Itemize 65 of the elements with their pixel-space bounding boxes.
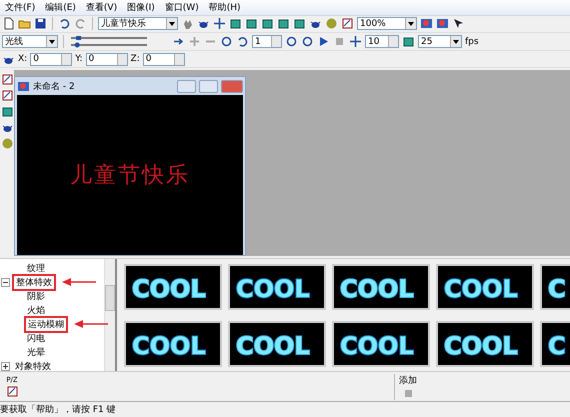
annotation-arrow — [74, 320, 108, 328]
effect-thumbnail[interactable]: COOL — [436, 264, 534, 310]
box-icon[interactable] — [229, 17, 242, 30]
coord-label: Y: — [75, 54, 83, 64]
coord-field[interactable]: 0 — [142, 52, 185, 66]
play-icon[interactable] — [317, 35, 330, 48]
effect-thumbnail[interactable]: COOL — [124, 320, 222, 367]
menu-item[interactable]: 查看(V) — [80, 0, 122, 14]
menu-item[interactable]: 文件(F) — [0, 0, 40, 14]
add-label: 添加 — [399, 374, 417, 387]
tree-item[interactable]: 阴影 — [24, 288, 48, 304]
slider[interactable] — [69, 42, 149, 48]
tree-item[interactable]: 纹理 — [24, 260, 48, 276]
expand-icon[interactable] — [1, 362, 10, 371]
menu-item[interactable]: 图像(I) — [122, 0, 160, 14]
caret-icon[interactable] — [49, 40, 55, 44]
menu-item[interactable]: 帮助(H) — [204, 0, 246, 14]
effect-thumbnail[interactable]: COOL — [228, 264, 326, 310]
tree-item[interactable]: 运动模糊 — [24, 316, 68, 333]
help-icon[interactable] — [452, 17, 465, 30]
coord-label: X: — [18, 54, 28, 64]
fps-label: fps — [465, 36, 479, 47]
object-combo[interactable]: 光线 — [2, 35, 58, 48]
menu-item[interactable]: 编辑(E) — [40, 0, 81, 14]
effect-thumbnail[interactable]: COOL — [124, 264, 222, 310]
coord-field[interactable]: 0 — [30, 52, 72, 66]
text-combo[interactable]: 儿童节快乐 — [98, 17, 178, 30]
rate-combo[interactable]: 25 — [418, 35, 462, 48]
frame-icon[interactable] — [341, 17, 354, 30]
undo-icon[interactable] — [58, 17, 71, 30]
slider[interactable] — [69, 35, 149, 42]
coord-field[interactable]: 0 — [86, 52, 128, 66]
annotation-arrow — [62, 278, 96, 286]
box-icon[interactable] — [261, 17, 274, 30]
window-icon[interactable] — [17, 80, 30, 93]
tree-item[interactable]: 光晕 — [24, 344, 48, 360]
title-text: 儿童节快乐 — [70, 162, 190, 190]
frame-field[interactable]: 1 — [252, 35, 282, 48]
box-icon[interactable] — [277, 17, 290, 30]
collapse-icon[interactable] — [1, 278, 10, 287]
caret-icon[interactable] — [169, 22, 175, 26]
box-icon[interactable] — [293, 17, 306, 30]
zoom-combo[interactable]: 100% — [357, 17, 417, 30]
effect-thumbnail[interactable]: COOL — [436, 320, 534, 367]
tree-item[interactable]: 对象特效 — [12, 358, 54, 374]
save-icon[interactable] — [34, 17, 47, 30]
new-file-icon[interactable] — [2, 17, 15, 30]
box-icon[interactable] — [245, 17, 258, 30]
tree-item[interactable]: 火焰 — [24, 302, 48, 318]
coord-label: Z: — [130, 54, 140, 64]
menu-item[interactable]: 窗口(W) — [160, 0, 204, 14]
caret-icon[interactable] — [408, 22, 414, 26]
close-button[interactable] — [221, 80, 243, 93]
status-text: 要获取「帮助」，请按 F1 键 — [0, 404, 116, 416]
effect-thumbnail[interactable]: COOL — [332, 320, 430, 367]
tree-item[interactable]: 闪电 — [24, 330, 48, 346]
frames-field[interactable]: 10 — [365, 35, 399, 48]
caret-icon[interactable] — [453, 40, 459, 44]
scrollbar[interactable] — [104, 259, 115, 372]
effect-thumbnail[interactable]: C — [540, 264, 570, 310]
effect-thumbnail[interactable]: COOL — [228, 320, 326, 367]
window-title: 未命名 - 2 — [33, 80, 76, 93]
effect-thumbnail[interactable]: COOL — [332, 264, 430, 310]
effect-thumbnail[interactable]: C — [540, 320, 570, 367]
tree-item[interactable]: 整体特效 — [12, 274, 56, 291]
